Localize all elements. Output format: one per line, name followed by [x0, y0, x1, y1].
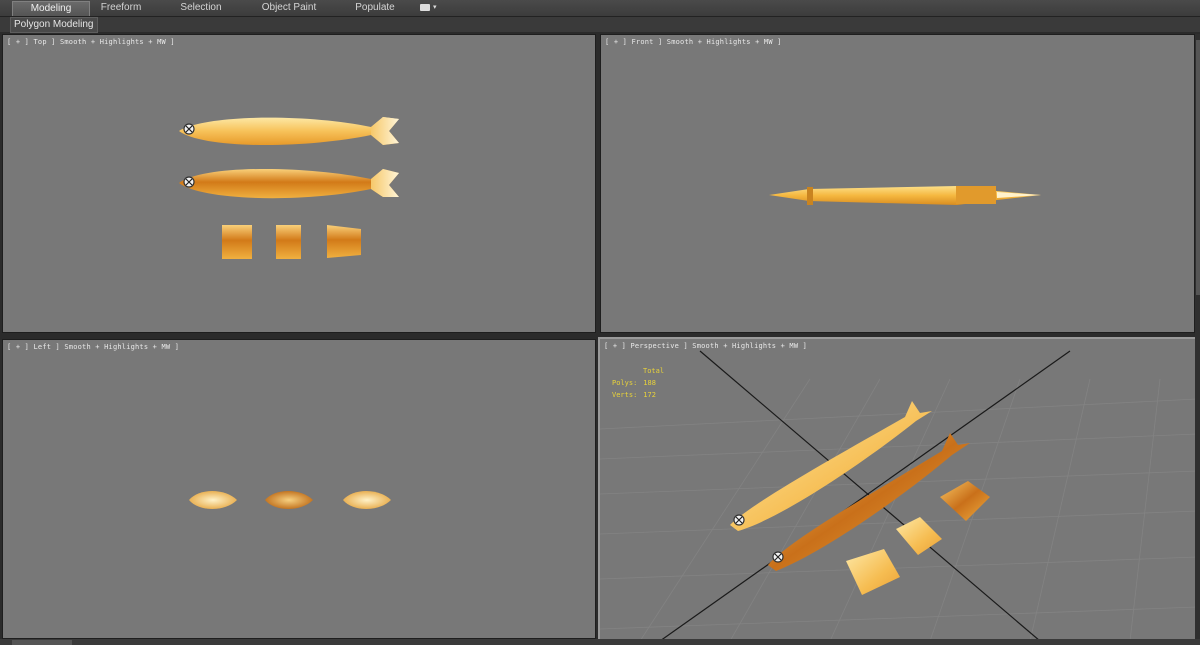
- stats-verts-label: Verts:: [612, 391, 638, 399]
- viewport-perspective[interactable]: [ + ] Perspective ] Smooth + Highlights …: [598, 337, 1199, 643]
- tab-modeling[interactable]: Modeling: [12, 1, 90, 16]
- scrollbar-thumb[interactable]: [1196, 40, 1200, 295]
- viewport-label-perspective[interactable]: [ + ] Perspective ] Smooth + Highlights …: [604, 342, 807, 350]
- bottom-timeline-bar: [0, 639, 1200, 645]
- fish-dark-top: [179, 168, 399, 199]
- stats-polys-label: Polys:: [612, 379, 638, 387]
- fish-light-top: [179, 117, 399, 146]
- viewport-top[interactable]: [ + ] Top ] Smooth + Highlights + MW ]: [2, 34, 596, 333]
- tab-selection[interactable]: Selection: [166, 1, 236, 15]
- front-view-scene: [769, 186, 1041, 205]
- top-view-scene: [179, 117, 399, 259]
- fish-side-profile-front: [769, 186, 1041, 205]
- stats-polys-value: 188: [643, 379, 656, 387]
- chevron-down-icon[interactable]: ▾: [433, 3, 437, 11]
- left-view-scene: [189, 491, 391, 509]
- stats-polys-row: Polys: 188: [612, 377, 664, 389]
- fish-chunks-top: [222, 225, 361, 259]
- perspective-axes: [659, 350, 1071, 641]
- timeline-slider[interactable]: [12, 640, 72, 645]
- statistics-overlay: Total Polys: 188 Verts: 172: [612, 365, 664, 401]
- fish-cross-sections-left: [189, 491, 391, 509]
- fish-light-perspective: [730, 401, 932, 531]
- stats-header: Total: [643, 367, 665, 375]
- perspective-grid: [600, 378, 1197, 641]
- viewport-left[interactable]: [ + ] Left ] Smooth + Highlights + MW ]: [2, 339, 596, 639]
- stats-verts-value: 172: [643, 391, 656, 399]
- tab-freeform[interactable]: Freeform: [88, 1, 154, 15]
- stats-verts-row: Verts: 172: [612, 389, 664, 401]
- tab-object-paint[interactable]: Object Paint: [252, 1, 326, 15]
- tab-polygon-modeling[interactable]: Polygon Modeling: [10, 17, 98, 33]
- perspective-view-scene: [600, 350, 1197, 641]
- ribbon-subbar: Polygon Modeling: [0, 17, 1200, 33]
- ribbon-tab-bar: Modeling Freeform Selection Object Paint…: [0, 0, 1200, 17]
- tab-populate[interactable]: Populate: [344, 1, 406, 15]
- viewport-front[interactable]: [ + ] Front ] Smooth + Highlights + MW ]: [600, 34, 1195, 333]
- ribbon-options-icon[interactable]: [420, 4, 430, 11]
